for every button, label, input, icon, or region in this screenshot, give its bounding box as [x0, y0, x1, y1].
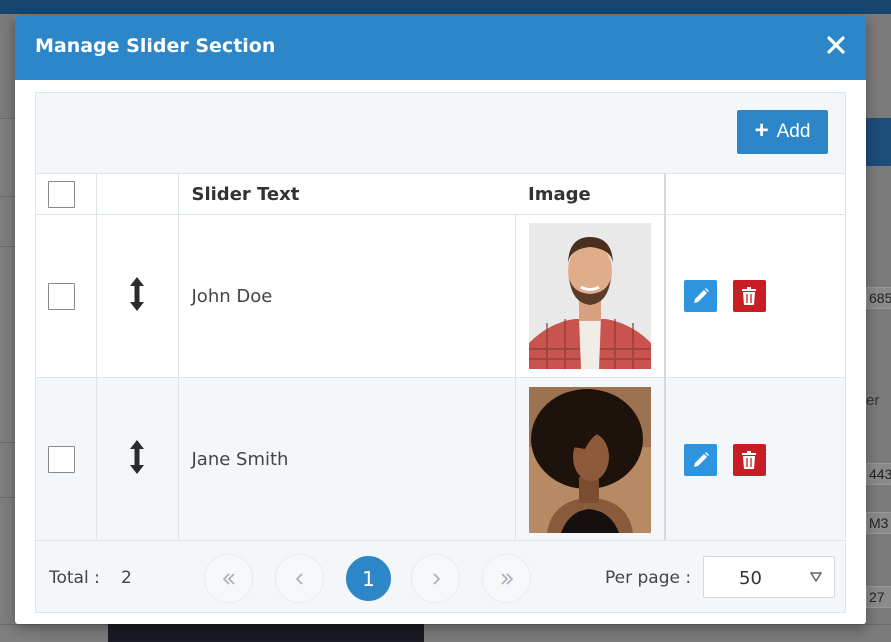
- actions-column-header: [665, 173, 845, 215]
- first-page-icon: [222, 572, 235, 585]
- row-checkbox[interactable]: [48, 446, 75, 473]
- toolbar: + Add: [36, 93, 845, 173]
- slider-text-cell: Jane Smith: [178, 377, 516, 542]
- add-button-label: Add: [776, 121, 811, 142]
- drag-handle[interactable]: [96, 377, 179, 542]
- add-button[interactable]: + Add: [737, 110, 828, 154]
- next-page-icon: [432, 572, 440, 585]
- background-topbar: [0, 0, 891, 14]
- total-count: 2: [121, 568, 132, 588]
- drag-vertical-icon: [130, 276, 144, 311]
- edit-button[interactable]: [684, 443, 717, 476]
- next-page-button[interactable]: [411, 554, 460, 603]
- slider-text-cell: John Doe: [178, 214, 516, 378]
- dialog-title: Manage Slider Section: [35, 35, 276, 57]
- select-all-checkbox[interactable]: [48, 180, 75, 208]
- total-label: Total :: [49, 568, 100, 588]
- delete-button[interactable]: [732, 443, 766, 476]
- slider-image-jane: [528, 386, 651, 533]
- row-checkbox[interactable]: [48, 282, 75, 310]
- background-right-field: 27: [866, 586, 891, 608]
- drag-column-header: [96, 173, 179, 215]
- last-page-icon: [500, 572, 513, 585]
- delete-button[interactable]: [732, 280, 766, 312]
- pencil-icon: [693, 288, 709, 303]
- per-page-label: Per page :: [605, 568, 692, 588]
- background-image: [108, 624, 424, 642]
- background-right-header: [866, 118, 891, 166]
- background-right-text: er: [866, 392, 880, 409]
- last-page-button[interactable]: [482, 554, 531, 603]
- table-row: John Doe: [36, 214, 845, 378]
- close-icon: [827, 36, 845, 54]
- caret-down-icon: [810, 572, 822, 582]
- trash-icon: [742, 287, 757, 305]
- prev-page-icon: [295, 572, 303, 585]
- prev-page-button[interactable]: [275, 554, 324, 603]
- trash-icon: [742, 450, 757, 469]
- first-page-button[interactable]: [204, 554, 253, 603]
- edit-button[interactable]: [684, 280, 717, 312]
- plus-icon: +: [754, 117, 769, 144]
- drag-handle[interactable]: [96, 214, 179, 378]
- table-header-row: Slider Text Image: [36, 173, 845, 215]
- dialog-header: Manage Slider Section: [15, 15, 866, 80]
- dialog-body: + Add Slider Text Image John Doe Jane Sm…: [35, 92, 846, 613]
- per-page-value: 50: [739, 568, 762, 589]
- table-footer: Total : 2 1 Per page: 50: [36, 540, 845, 612]
- slider-image-john: [528, 223, 651, 369]
- background-right-field: 685: [866, 287, 891, 309]
- background-right-field: M3: [866, 512, 891, 534]
- table-row: Jane Smith: [36, 377, 845, 542]
- manage-slider-dialog: Manage Slider Section + Add Slider Text …: [15, 15, 866, 624]
- column-header-image: Image: [515, 173, 666, 215]
- background-right-field: 443: [866, 463, 891, 485]
- slider-table: Slider Text Image John Doe Jane Smith: [36, 173, 845, 542]
- page-button-current[interactable]: 1: [346, 556, 391, 601]
- column-header-slider-text: Slider Text: [178, 173, 515, 215]
- close-button[interactable]: [824, 33, 848, 57]
- pencil-icon: [693, 451, 709, 467]
- drag-vertical-icon: [130, 440, 144, 474]
- per-page-select[interactable]: 50: [703, 556, 835, 598]
